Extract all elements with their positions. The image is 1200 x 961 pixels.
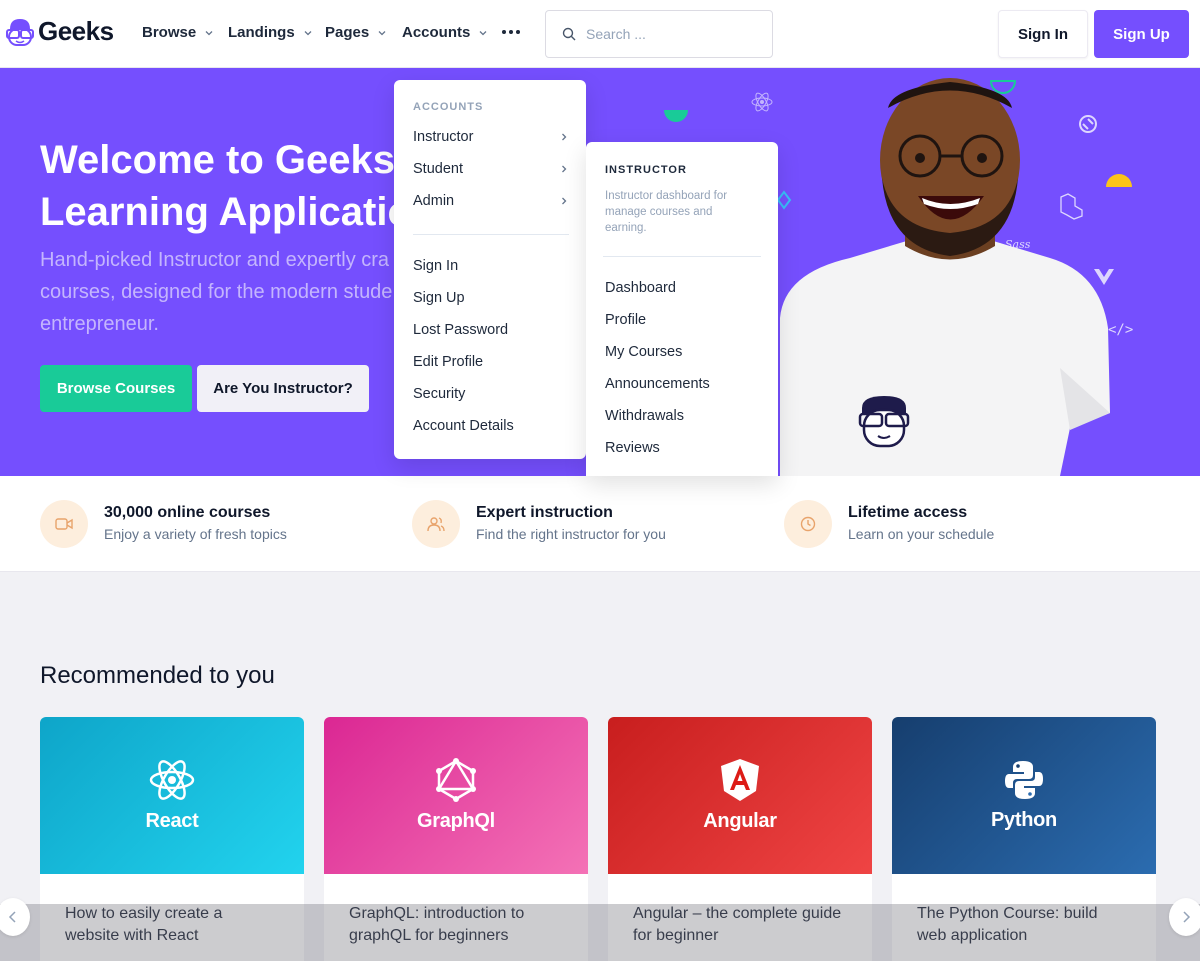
users-icon — [412, 500, 460, 548]
feature-title: 30,000 online courses — [104, 504, 271, 521]
course-card-caption: React — [145, 810, 199, 832]
brand-logo[interactable]: Geeks — [6, 16, 114, 47]
course-card-react[interactable]: React How to easily create a website wit… — [40, 717, 304, 961]
are-you-instructor-button[interactable]: Are You Instructor? — [197, 365, 369, 412]
nav-pages-label: Pages — [325, 24, 370, 41]
half-circle-decoration — [664, 110, 688, 122]
feature-desc: Find the right instructor for you — [476, 526, 666, 542]
nav-browse[interactable]: Browse — [142, 24, 214, 41]
angular-logo-icon — [721, 759, 759, 801]
python-logo-icon — [1005, 761, 1043, 799]
chevron-right-icon — [562, 133, 567, 141]
feature-lifetime-access: Lifetime access Learn on your schedule — [784, 500, 994, 548]
menu-item-account-details[interactable]: Account Details — [413, 418, 569, 434]
feature-expert-instruction: Expert instruction Find the right instru… — [412, 500, 666, 548]
submenu-item-announcements[interactable]: Announcements — [605, 376, 710, 392]
brand-name: Geeks — [38, 16, 114, 46]
clock-icon — [784, 500, 832, 548]
more-icon[interactable] — [502, 30, 520, 34]
course-card-title[interactable]: GraphQL: introduction to graphQL for beg… — [349, 903, 559, 947]
feature-desc: Enjoy a variety of fresh topics — [104, 526, 287, 542]
chevron-right-icon — [1183, 911, 1191, 923]
react-logo-icon — [149, 760, 195, 800]
course-card-title[interactable]: Angular – the complete guide for beginne… — [633, 903, 843, 947]
chevron-down-icon — [479, 30, 487, 35]
search-input[interactable] — [586, 26, 746, 42]
hero-subtitle-line3: entrepreneur. — [40, 313, 159, 335]
menu-item-sign-up[interactable]: Sign Up — [413, 290, 569, 306]
menu-item-instructor-label: Instructor — [413, 129, 474, 145]
nav-pages[interactable]: Pages — [325, 24, 387, 41]
menu-item-sign-in[interactable]: Sign In — [413, 258, 569, 274]
course-card-caption: Python — [991, 809, 1057, 831]
search-icon — [562, 27, 576, 41]
hero-subtitle-line1: Hand-picked Instructor and expertly cra — [40, 249, 390, 271]
course-card-graphql[interactable]: GraphQl GraphQL: introduction to graphQL… — [324, 717, 588, 961]
course-card-title[interactable]: How to easily create a website with Reac… — [65, 903, 275, 947]
nav-accounts-label: Accounts — [402, 24, 471, 41]
submenu-item-reviews[interactable]: Reviews — [605, 440, 660, 456]
chevron-down-icon — [205, 30, 213, 35]
graphql-logo-icon — [436, 758, 476, 802]
submenu-item-withdrawals[interactable]: Withdrawals — [605, 408, 684, 424]
carousel-next-button[interactable] — [1169, 898, 1200, 936]
menu-item-student[interactable]: Student — [413, 161, 569, 177]
course-card-image: GraphQl — [324, 717, 588, 874]
instructor-submenu-description: Instructor dashboard for manage courses … — [605, 190, 728, 234]
feature-desc: Learn on your schedule — [848, 526, 995, 542]
course-card-caption: Angular — [703, 810, 777, 832]
feature-title: Lifetime access — [848, 504, 968, 521]
recommended-section-title: Recommended to you — [40, 662, 275, 689]
accounts-dropdown-menu: ACCOUNTS Instructor Student Admin Sign I… — [394, 80, 586, 459]
chevron-left-icon — [8, 911, 16, 923]
course-card-image: Python — [892, 717, 1156, 874]
nav-landings-label: Landings — [228, 24, 295, 41]
submenu-item-profile[interactable]: Profile — [605, 312, 646, 328]
nav-landings[interactable]: Landings — [228, 24, 313, 41]
menu-divider — [413, 234, 569, 235]
accounts-menu-header: ACCOUNTS — [413, 101, 484, 113]
hero-title-line2: Learning Applicatio — [40, 190, 412, 234]
submenu-item-dashboard[interactable]: Dashboard — [605, 280, 676, 296]
course-card-image: React — [40, 717, 304, 874]
feature-title: Expert instruction — [476, 504, 613, 521]
course-card-image: Angular — [608, 717, 872, 874]
nav-browse-label: Browse — [142, 24, 197, 41]
browse-courses-button[interactable]: Browse Courses — [40, 365, 192, 412]
nav-accounts[interactable]: Accounts — [402, 24, 488, 41]
menu-item-admin-label: Admin — [413, 193, 455, 209]
submenu-item-my-courses[interactable]: My Courses — [605, 344, 682, 360]
menu-item-admin[interactable]: Admin — [413, 193, 569, 209]
signin-button[interactable]: Sign In — [998, 10, 1088, 58]
instructor-hero-image — [780, 78, 1110, 476]
features-strip: 30,000 online courses Enjoy a variety of… — [0, 476, 1200, 572]
instructor-submenu-header: INSTRUCTOR — [605, 164, 687, 176]
geeks-logo-icon — [6, 18, 34, 46]
navbar: Geeks Browse Landings Pages Accounts Sig… — [0, 0, 1200, 68]
menu-item-edit-profile[interactable]: Edit Profile — [413, 354, 569, 370]
carousel-prev-button[interactable] — [0, 898, 30, 936]
signup-button[interactable]: Sign Up — [1094, 10, 1189, 58]
course-card-angular[interactable]: Angular Angular – the complete guide for… — [608, 717, 872, 961]
hero-subtitle-line2: courses, designed for the modern stude — [40, 281, 393, 303]
course-card-title[interactable]: The Python Course: build web application — [917, 903, 1127, 947]
course-card-caption: GraphQl — [417, 810, 495, 832]
chevron-down-icon — [378, 30, 386, 35]
menu-item-student-label: Student — [413, 161, 463, 177]
instructor-submenu: INSTRUCTOR Instructor dashboard for mana… — [586, 142, 778, 476]
menu-item-security[interactable]: Security — [413, 386, 569, 402]
chevron-right-icon — [562, 197, 567, 205]
chevron-down-icon — [304, 30, 312, 35]
hero-title-line1: Welcome to Geeks — [40, 138, 395, 182]
menu-item-instructor[interactable]: Instructor — [413, 129, 569, 145]
submenu-divider — [603, 256, 761, 257]
course-card-python[interactable]: Python The Python Course: build web appl… — [892, 717, 1156, 961]
menu-item-lost-password[interactable]: Lost Password — [413, 322, 569, 338]
chevron-right-icon — [562, 165, 567, 173]
search-box — [545, 10, 773, 58]
feature-online-courses: 30,000 online courses Enjoy a variety of… — [40, 500, 287, 548]
video-icon — [40, 500, 88, 548]
